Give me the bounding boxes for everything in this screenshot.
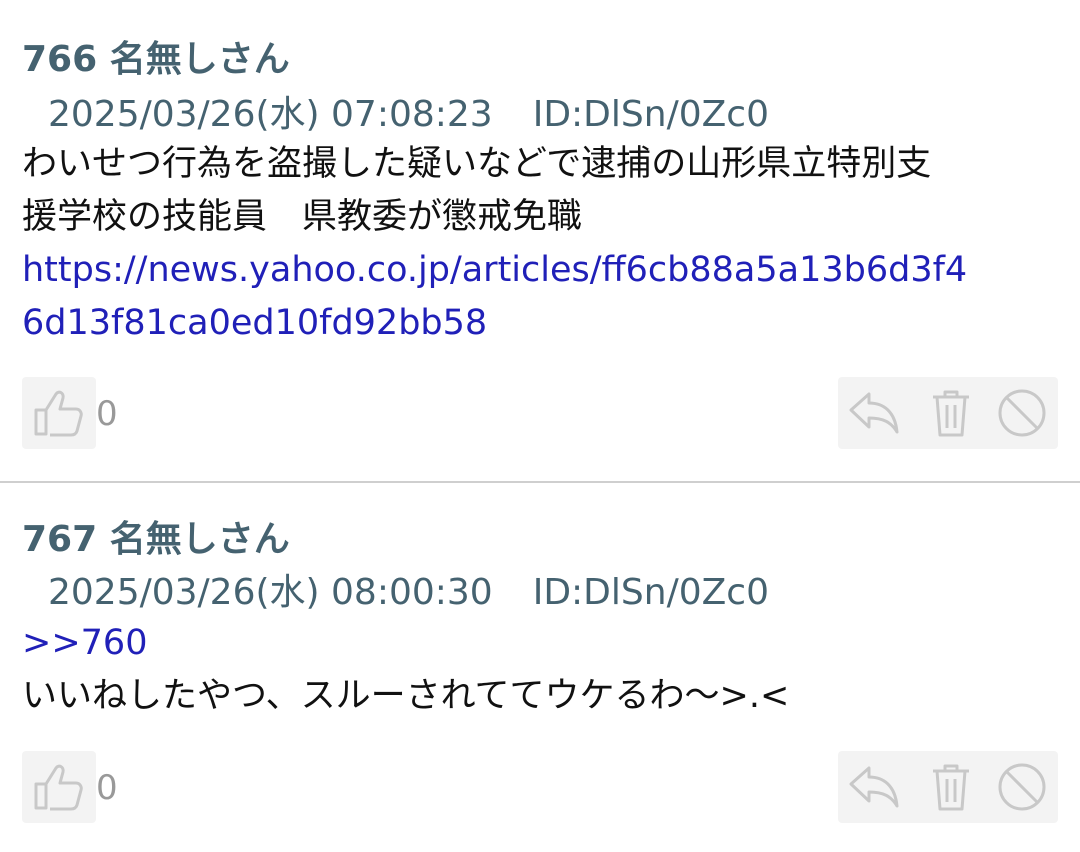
trash-icon bbox=[930, 388, 972, 438]
like-count: 0 bbox=[96, 768, 118, 808]
post-number[interactable]: 766 bbox=[22, 39, 97, 80]
body-line: わいせつ行為を盗撮した疑いなどで逮捕の山形県立特別支 bbox=[22, 144, 932, 184]
poster-id[interactable]: ID:DlSn/0Zc0 bbox=[533, 572, 769, 613]
poster-id[interactable]: ID:DlSn/0Zc0 bbox=[533, 94, 769, 135]
reply-anchor-link[interactable]: >>760 bbox=[22, 617, 1062, 670]
reply-icon bbox=[847, 390, 901, 436]
block-button[interactable] bbox=[992, 751, 1052, 823]
post-meta: 2025/03/26(水) 08:00:30 ID:DlSn/0Zc0 bbox=[48, 563, 769, 615]
post-766: 766 名無しさん 2025/03/26(水) 07:08:23 ID:DlSn/… bbox=[0, 0, 1080, 481]
post-actions bbox=[838, 751, 1058, 823]
post-body: わいせつ行為を盗撮した疑いなどで逮捕の山形県立特別支 援学校の技能員 県教委が懲… bbox=[22, 138, 1062, 350]
thumbs-up-icon bbox=[32, 388, 86, 438]
delete-button[interactable] bbox=[921, 377, 981, 449]
post-header: 766 名無しさん bbox=[22, 30, 290, 82]
poster-name: 名無しさん bbox=[109, 519, 290, 560]
reply-button[interactable] bbox=[844, 751, 904, 823]
like-count: 0 bbox=[96, 394, 118, 434]
post-767: 767 名無しさん 2025/03/26(水) 08:00:30 ID:DlSn/… bbox=[0, 483, 1080, 852]
post-actions bbox=[838, 377, 1058, 449]
article-link[interactable]: https://news.yahoo.co.jp/articles/ff6cb8… bbox=[22, 244, 1062, 297]
poster-name: 名無しさん bbox=[109, 39, 290, 80]
reply-icon bbox=[847, 764, 901, 810]
post-date: 2025/03/26(水) 08:00:30 bbox=[48, 572, 493, 613]
body-line: いいねしたやつ、スルーされててウケるわ〜>.< bbox=[22, 676, 790, 716]
like-button[interactable] bbox=[22, 377, 96, 449]
post-header: 767 名無しさん bbox=[22, 510, 290, 562]
trash-icon bbox=[930, 762, 972, 812]
body-line: 援学校の技能員 県教委が懲戒免職 bbox=[22, 197, 583, 237]
post-number[interactable]: 767 bbox=[22, 519, 97, 560]
block-button[interactable] bbox=[992, 377, 1052, 449]
post-date: 2025/03/26(水) 07:08:23 bbox=[48, 94, 493, 135]
block-icon bbox=[996, 387, 1048, 439]
article-link[interactable]: 6d13f81ca0ed10fd92bb58 bbox=[22, 297, 1062, 350]
like-button[interactable] bbox=[22, 751, 96, 823]
block-icon bbox=[996, 761, 1048, 813]
thumbs-up-icon bbox=[32, 762, 86, 812]
delete-button[interactable] bbox=[921, 751, 981, 823]
reply-button[interactable] bbox=[844, 377, 904, 449]
post-body: >>760 いいねしたやつ、スルーされててウケるわ〜>.< bbox=[22, 617, 1062, 723]
post-meta: 2025/03/26(水) 07:08:23 ID:DlSn/0Zc0 bbox=[48, 85, 769, 137]
